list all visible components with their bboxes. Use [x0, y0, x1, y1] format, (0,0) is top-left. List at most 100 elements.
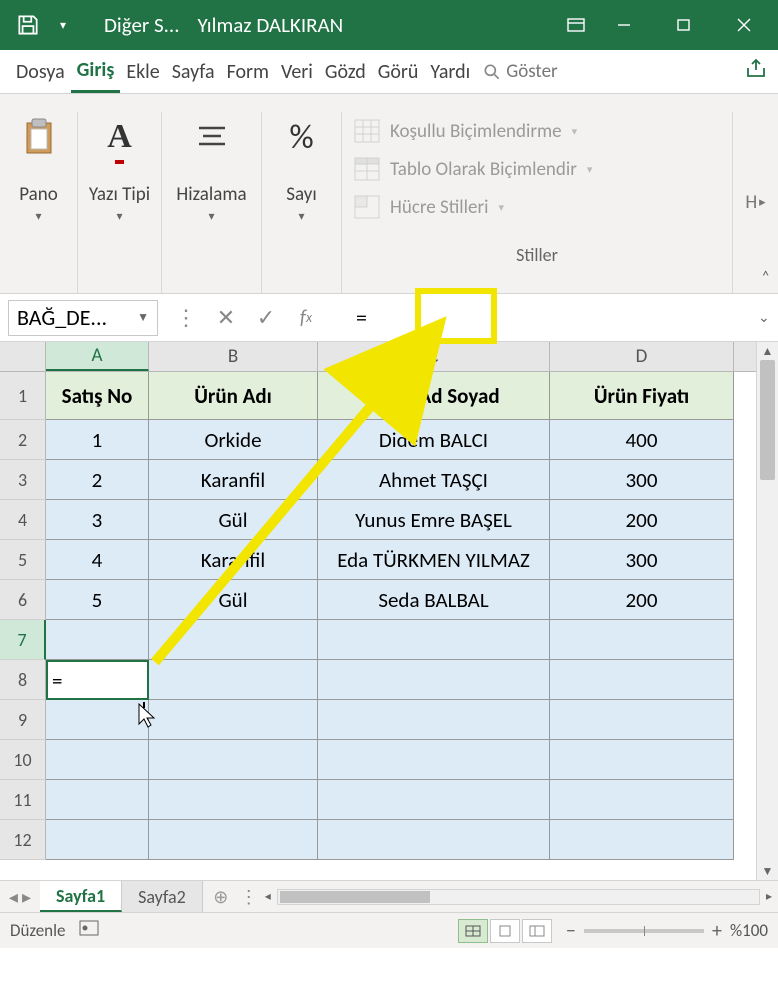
clipboard-dropdown[interactable]: ▾	[35, 209, 41, 224]
row-header[interactable]: 1	[0, 372, 46, 420]
font-dropdown[interactable]: ▾	[116, 209, 122, 224]
name-box[interactable]: BAĞ_DE... ▼	[8, 300, 158, 336]
tab-insert[interactable]: Ekle	[120, 50, 165, 93]
sheet-tab-1[interactable]: Sayfa1	[40, 881, 122, 912]
vertical-scrollbar[interactable]: ▲ ▼	[756, 342, 778, 880]
cell[interactable]: Yunus Emre BAŞEL	[318, 500, 550, 540]
cell[interactable]	[318, 740, 550, 780]
cell[interactable]: Satış No	[46, 372, 149, 420]
tell-me-search[interactable]: Göster	[482, 60, 557, 83]
cell[interactable]	[149, 660, 318, 700]
cell[interactable]	[318, 620, 550, 660]
row-header[interactable]: 7	[0, 620, 46, 660]
cell[interactable]	[149, 820, 318, 860]
expand-formula-bar-button[interactable]: ⌄	[758, 309, 778, 326]
group-cells-overflow[interactable]: H▸	[732, 112, 778, 293]
alignment-dropdown[interactable]: ▾	[208, 209, 214, 224]
cell[interactable]	[318, 700, 550, 740]
cell[interactable]	[46, 780, 149, 820]
cell[interactable]	[46, 700, 149, 740]
save-button[interactable]	[4, 2, 52, 48]
share-button[interactable]	[744, 58, 768, 86]
new-sheet-button[interactable]: ⊕	[203, 886, 239, 908]
cell[interactable]: Karanfil	[149, 460, 318, 500]
cell[interactable]	[46, 740, 149, 780]
hscroll-thumb[interactable]	[280, 891, 430, 903]
cell[interactable]	[550, 820, 734, 860]
row-header[interactable]: 10	[0, 740, 46, 780]
tab-view[interactable]: Görü	[372, 50, 425, 93]
maximize-button[interactable]	[654, 2, 714, 48]
cell[interactable]: Seda BALBAL	[318, 580, 550, 620]
cell[interactable]: Ürün Adı	[149, 372, 318, 420]
cell[interactable]	[550, 740, 734, 780]
cell[interactable]: Ürün Fiyatı	[550, 372, 734, 420]
cell[interactable]	[149, 740, 318, 780]
macro-record-button[interactable]	[79, 920, 99, 941]
horizontal-scrollbar[interactable]: ◂ ▸	[259, 889, 778, 905]
tab-home[interactable]: Giriş	[71, 50, 121, 93]
cell[interactable]	[318, 820, 550, 860]
formula-more-button[interactable]: ⋮	[166, 300, 206, 336]
col-header-C[interactable]: C	[318, 342, 550, 371]
number-button[interactable]: %	[289, 112, 313, 162]
select-all-corner[interactable]	[0, 342, 46, 371]
col-header-D[interactable]: D	[550, 342, 734, 371]
cell[interactable]: Ahmet TAŞÇI	[318, 460, 550, 500]
tab-review[interactable]: Gözd	[319, 50, 372, 93]
tab-pagelayout[interactable]: Sayfa	[166, 50, 221, 93]
cell[interactable]: 3	[46, 500, 149, 540]
cell[interactable]: 4	[46, 540, 149, 580]
col-header-B[interactable]: B	[149, 342, 318, 371]
row-header[interactable]: 2	[0, 420, 46, 460]
cell[interactable]	[46, 660, 149, 700]
cell[interactable]	[550, 620, 734, 660]
cell[interactable]	[318, 780, 550, 820]
row-header[interactable]: 3	[0, 460, 46, 500]
row-header[interactable]: 4	[0, 500, 46, 540]
row-header[interactable]: 11	[0, 780, 46, 820]
sheet-tab-2[interactable]: Sayfa2	[122, 881, 203, 912]
collapse-ribbon-button[interactable]: ˄	[761, 268, 770, 287]
tab-data[interactable]: Veri	[275, 50, 319, 93]
cell-styles-button[interactable]: Hücre Stilleri▾	[354, 188, 720, 226]
minimize-button[interactable]	[594, 2, 654, 48]
cell[interactable]: 300	[550, 540, 734, 580]
row-header[interactable]: 9	[0, 700, 46, 740]
paste-button[interactable]	[22, 112, 56, 162]
row-header[interactable]: 8	[0, 660, 46, 700]
cell[interactable]: 1	[46, 420, 149, 460]
scroll-thumb[interactable]	[760, 360, 775, 480]
enter-formula-button[interactable]: ✓	[246, 300, 286, 336]
zoom-out-button[interactable]: −	[566, 919, 576, 943]
row-header[interactable]: 6	[0, 580, 46, 620]
ribbon-options-button[interactable]	[558, 18, 594, 32]
zoom-slider[interactable]	[584, 929, 704, 933]
cancel-formula-button[interactable]: ✕	[206, 300, 246, 336]
sheet-more-button[interactable]: ⋮	[239, 886, 259, 908]
tab-formulas[interactable]: Form	[221, 50, 275, 93]
cell[interactable]: Satıcı Ad Soyad	[318, 372, 550, 420]
scroll-down-button[interactable]: ▼	[757, 862, 778, 880]
cell[interactable]: 300	[550, 460, 734, 500]
view-normal-button[interactable]	[458, 919, 488, 943]
cell[interactable]: Gül	[149, 580, 318, 620]
view-pagelayout-button[interactable]	[490, 919, 520, 943]
insert-function-button[interactable]: fx	[286, 300, 326, 336]
cell[interactable]: Eda TÜRKMEN YILMAZ	[318, 540, 550, 580]
scroll-up-button[interactable]: ▲	[757, 342, 778, 360]
cell[interactable]: Gül	[149, 500, 318, 540]
view-pagebreak-button[interactable]	[522, 919, 552, 943]
format-as-table-button[interactable]: Tablo Olarak Biçimlendir▾	[354, 150, 720, 188]
cell[interactable]	[318, 660, 550, 700]
zoom-in-button[interactable]: +	[712, 919, 722, 943]
qat-dropdown[interactable]: ▾	[60, 18, 72, 33]
row-header[interactable]: 5	[0, 540, 46, 580]
cell[interactable]	[149, 700, 318, 740]
cell[interactable]: 200	[550, 500, 734, 540]
zoom-level[interactable]: %100	[730, 920, 768, 941]
col-header-A[interactable]: A	[46, 342, 149, 371]
cell[interactable]: 400	[550, 420, 734, 460]
cell[interactable]	[550, 660, 734, 700]
cell[interactable]	[550, 700, 734, 740]
